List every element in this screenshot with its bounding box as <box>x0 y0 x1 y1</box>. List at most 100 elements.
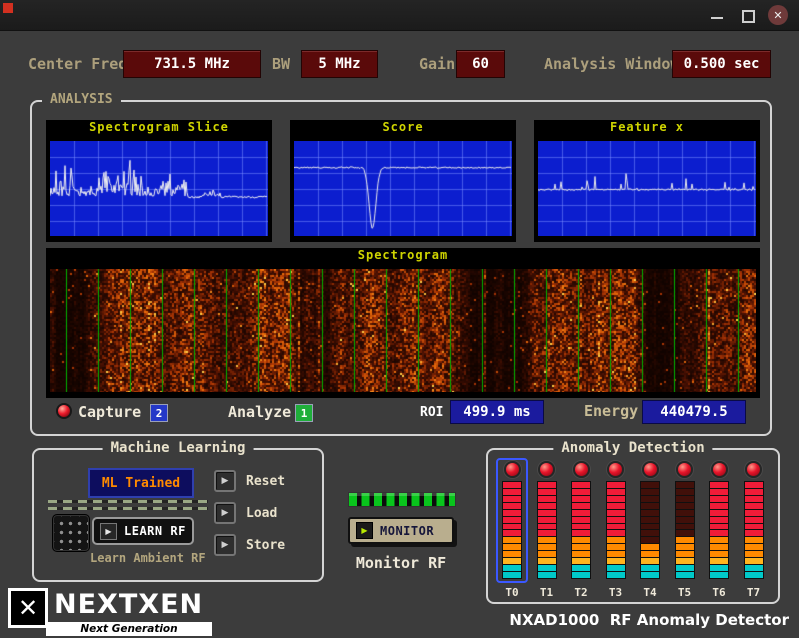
channel-meter[interactable] <box>669 458 701 583</box>
learn-rf-button[interactable]: ▶ LEARN RF <box>92 517 194 545</box>
bar-segment <box>641 551 659 557</box>
channel-led <box>642 461 659 478</box>
bar-segment <box>745 489 763 495</box>
bar-segment <box>572 572 590 578</box>
bar-segment <box>710 530 728 536</box>
anomaly-detection-group: Anomaly Detection T0T1T2T3T4T5T6T7 <box>486 448 780 604</box>
bar-segment <box>607 510 625 516</box>
bar-segment <box>503 489 521 495</box>
bar-segment <box>710 489 728 495</box>
channel-meter[interactable] <box>738 458 770 583</box>
bar-segment <box>503 496 521 502</box>
center-freq-label: Center Freq <box>28 55 127 73</box>
bar-segment <box>607 537 625 543</box>
bar-segment <box>641 517 659 523</box>
analysis-window-value[interactable]: 0.500 sec <box>672 50 771 78</box>
close-button[interactable]: ✕ <box>768 5 788 25</box>
center-freq-value[interactable]: 731.5 MHz <box>123 50 261 78</box>
bar-segment <box>503 558 521 564</box>
analyze-label: Analyze <box>228 403 291 421</box>
score-title: Score <box>290 120 516 140</box>
play-icon: ▶ <box>356 522 373 539</box>
bar-segment <box>572 551 590 557</box>
bar-segment <box>503 544 521 550</box>
channel-meter[interactable] <box>496 458 528 583</box>
bar-segment <box>676 544 694 550</box>
bar-segment <box>710 544 728 550</box>
analysis-group: ANALYSIS Spectrogram Slice Score Feature… <box>30 100 772 436</box>
channel-meter[interactable] <box>634 458 666 583</box>
bar-segment <box>641 565 659 571</box>
minimize-button[interactable] <box>711 17 723 19</box>
bar-segment <box>745 551 763 557</box>
bar-segment <box>607 517 625 523</box>
bar-segment <box>607 551 625 557</box>
bar-segment <box>710 565 728 571</box>
button-label: Reset <box>246 474 285 489</box>
channel-meter[interactable] <box>565 458 597 583</box>
score-panel: Score <box>290 120 516 242</box>
bar-segment <box>538 572 556 578</box>
analyze-count[interactable]: 1 <box>295 404 313 422</box>
spectrogram-slice-title: Spectrogram Slice <box>46 120 272 140</box>
bar-segment <box>572 524 590 530</box>
button-label: Load <box>246 506 277 521</box>
bw-label: BW <box>272 55 290 73</box>
bar-segment <box>676 510 694 516</box>
feature-x-panel: Feature x <box>534 120 760 242</box>
channel-bar <box>537 481 557 579</box>
bar-segment <box>676 558 694 564</box>
bar-segment <box>745 503 763 509</box>
anomaly-channel-t5: T5 <box>669 458 701 599</box>
maximize-button[interactable] <box>742 10 755 23</box>
anomaly-channel-t1: T1 <box>531 458 563 599</box>
bar-segment <box>503 503 521 509</box>
play-icon: ▶ <box>214 534 236 556</box>
bar-segment <box>745 517 763 523</box>
bar-segment <box>538 544 556 550</box>
bar-segment <box>572 496 590 502</box>
bar-segment <box>710 558 728 564</box>
bar-segment <box>538 503 556 509</box>
gain-value[interactable]: 60 <box>456 50 505 78</box>
bar-segment <box>676 496 694 502</box>
bar-segment <box>745 572 763 578</box>
ml-store-button[interactable]: ▶Store <box>214 534 285 556</box>
anomaly-channel-t2: T2 <box>565 458 597 599</box>
bar-segment <box>676 489 694 495</box>
monitor-button[interactable]: ▶ MONITOR <box>348 517 454 544</box>
anomaly-channel-t0: T0 <box>496 458 528 599</box>
roi-label: ROI <box>420 405 443 420</box>
app-window: ✕ Center Freq 731.5 MHz BW 5 MHz Gain 60… <box>0 0 799 638</box>
ml-reset-button[interactable]: ▶Reset <box>214 470 285 492</box>
capture-label: Capture <box>78 403 141 421</box>
ml-load-button[interactable]: ▶Load <box>214 502 277 524</box>
bar-segment <box>745 544 763 550</box>
bar-segment <box>503 510 521 516</box>
spectrogram-waterfall[interactable] <box>50 269 756 392</box>
machine-learning-title: Machine Learning <box>103 440 254 456</box>
bar-segment <box>676 517 694 523</box>
spectrogram-title: Spectrogram <box>46 248 760 268</box>
analysis-group-title: ANALYSIS <box>42 92 121 107</box>
bar-segment <box>538 510 556 516</box>
bar-segment <box>572 544 590 550</box>
channel-meter[interactable] <box>703 458 735 583</box>
capture-count[interactable]: 2 <box>150 404 168 422</box>
monitor-led-strip <box>348 492 456 507</box>
bar-segment <box>503 524 521 530</box>
bar-segment <box>676 530 694 536</box>
channel-meter[interactable] <box>600 458 632 583</box>
channel-meter[interactable] <box>531 458 563 583</box>
titlebar: ✕ <box>0 0 799 31</box>
bar-segment <box>641 544 659 550</box>
bar-segment <box>503 482 521 488</box>
bar-segment <box>503 565 521 571</box>
bw-value[interactable]: 5 MHz <box>301 50 378 78</box>
bar-segment <box>676 551 694 557</box>
bar-segment <box>641 489 659 495</box>
bar-segment <box>710 503 728 509</box>
channel-label: T7 <box>738 586 770 599</box>
bar-segment <box>676 503 694 509</box>
bar-segment <box>745 558 763 564</box>
